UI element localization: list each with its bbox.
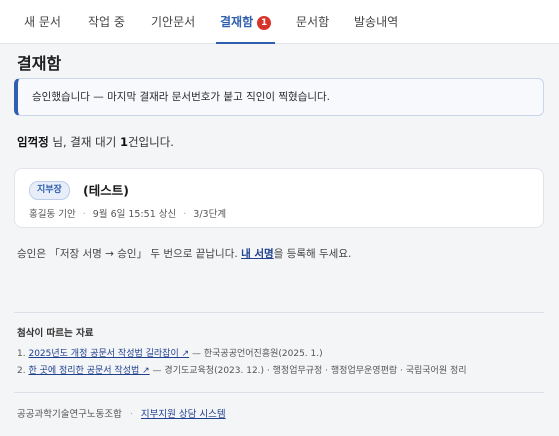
hint-text-end: 을 등록해 두세요. (273, 248, 352, 260)
department-badge: 지부장 (29, 181, 70, 200)
page-title: 결재함 (17, 54, 62, 73)
section-divider (14, 312, 544, 313)
signature-hint: 승인은 「저장 서명 → 승인」 두 번으로 끝납니다. 내 서명을 등록해 두… (17, 246, 351, 261)
tab-bar: 새 문서 작업 중 기안문서 결재함 1 문서함 발송내역 (0, 0, 559, 44)
footer: 공공과학기술연구노동조합 · 지부지원 상담 시스템 (17, 406, 226, 420)
summary-text-a: 님, 결재 대기 (48, 135, 120, 149)
reference-link-summary[interactable]: 한 곳에 정리한 공문서 작성법 ↗ (28, 366, 149, 376)
submitted-time: 9월 6일 15:51 상신 (92, 209, 177, 220)
user-name: 임꺽정 (17, 135, 49, 149)
my-signature-link[interactable]: 내 서명 (241, 248, 274, 260)
references-title: 첨삭이 따르는 자료 (17, 328, 94, 339)
reference-number: 1. (17, 349, 26, 359)
pending-count-badge: 1 (257, 16, 272, 30)
tab-in-progress[interactable]: 작업 중 (88, 0, 125, 44)
tab-document-box[interactable]: 문서함 (296, 0, 329, 44)
approval-step: 3/3단계 (193, 209, 227, 220)
reference-link-guide-2025[interactable]: 2025년도 개정 공문서 작성법 길라잡이 ↗ (28, 349, 189, 359)
document-title: (테스트) (83, 183, 129, 198)
reference-item: 2. 한 곳에 정리한 공문서 작성법 ↗ — 경기도교육청(2023. 12.… (17, 363, 467, 380)
hint-text: 승인은 「저장 서명 → 승인」 두 번으로 끝납니다. (17, 248, 242, 260)
reference-source: — 한국공공언어진흥원(2025. 1.) (189, 349, 323, 359)
reference-item: 1. 2025년도 개정 공문서 작성법 길라잡이 ↗ — 한국공공언어진흥원(… (17, 346, 467, 363)
document-meta: 홍길동 기안 · 9월 6일 15:51 상신 · 3/3단계 (29, 206, 226, 220)
tab-approval-box[interactable]: 결재함 1 (215, 0, 276, 44)
tab-approval-label: 결재함 (220, 15, 254, 29)
support-system-link[interactable]: 지부지원 상담 시스템 (141, 409, 226, 420)
reference-number: 2. (17, 366, 26, 376)
references-list: 1. 2025년도 개정 공문서 작성법 길라잡이 ↗ — 한국공공언어진흥원(… (17, 346, 467, 380)
footer-separator: · (129, 409, 133, 420)
summary-text-b: 건입니다. (127, 135, 174, 149)
organization-name: 공공과학기술연구노동조합 (17, 409, 122, 420)
footer-divider (14, 392, 544, 393)
approval-success-notice: 승인했습니다 — 마지막 결재라 문서번호가 붙고 직인이 찍혔습니다. (14, 78, 544, 116)
drafter: 홍길동 기안 (29, 209, 76, 220)
tab-new-document[interactable]: 새 문서 (24, 0, 61, 44)
pending-count: 1 (119, 135, 128, 149)
pending-summary: 임꺽정 님, 결재 대기 1건입니다. (17, 134, 174, 150)
tab-drafts[interactable]: 기안문서 (151, 0, 195, 44)
pending-document-card[interactable]: 지부장 (테스트) 홍길동 기안 · 9월 6일 15:51 상신 · 3/3단계 (14, 168, 544, 228)
tab-sent-history[interactable]: 발송내역 (354, 0, 398, 44)
meta-separator: · (82, 209, 86, 220)
meta-separator: · (183, 209, 187, 220)
reference-source: — 경기도교육청(2023. 12.) · 행정업무규정 · 행정업무운영편람 … (149, 366, 467, 376)
